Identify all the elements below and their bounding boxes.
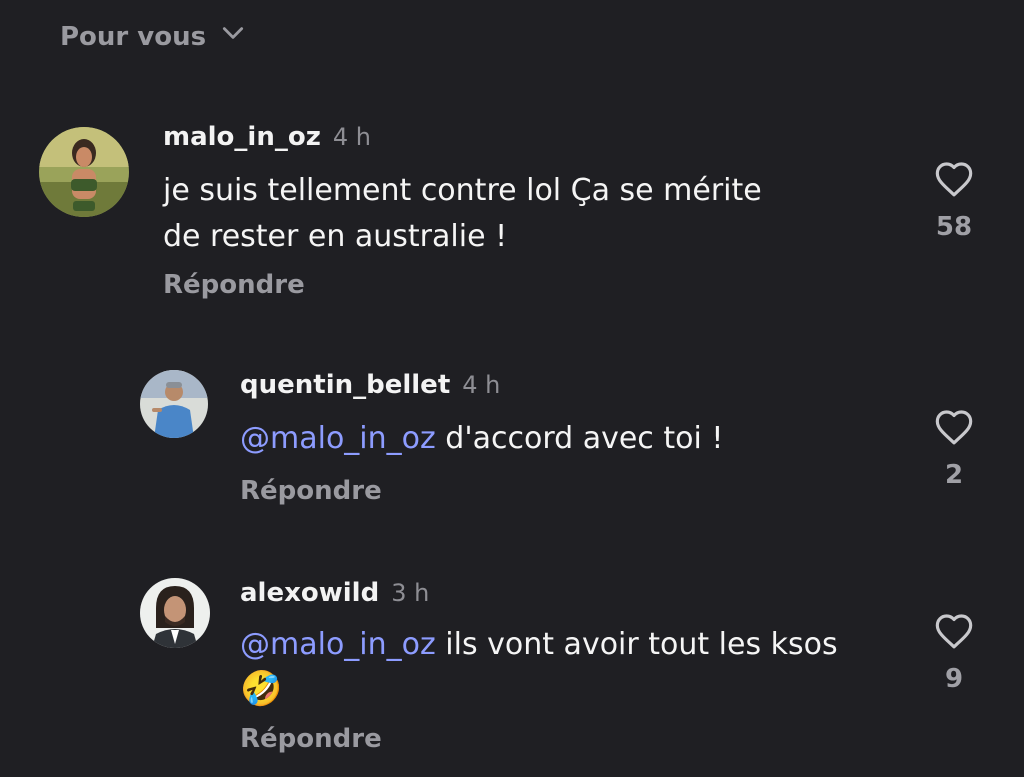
avatar[interactable]	[39, 127, 129, 217]
heart-icon[interactable]	[934, 408, 974, 450]
rolling-laughing-emoji: 🤣	[240, 669, 283, 709]
like-count: 58	[935, 212, 973, 242]
like-count: 2	[944, 460, 964, 490]
reply-button[interactable]: Répondre	[240, 724, 382, 754]
comment-text: @malo_in_oz d'accord avec toi !	[240, 416, 880, 462]
comment-body: ils vont avoir tout les ksos	[445, 627, 838, 662]
reply-button[interactable]: Répondre	[163, 270, 305, 300]
username[interactable]: alexowild	[240, 578, 379, 608]
username[interactable]: quentin_bellet	[240, 370, 450, 400]
timestamp: 3 h	[391, 579, 430, 607]
comments-page: Pour vous malo_in_oz 4 h je suis telleme…	[0, 0, 1024, 777]
timestamp: 4 h	[332, 123, 371, 151]
comment-item: alexowild 3 h @malo_in_oz ils vont avoir…	[0, 550, 1024, 777]
username[interactable]: malo_in_oz	[163, 122, 321, 152]
heart-icon[interactable]	[934, 160, 974, 202]
comment-text: @malo_in_oz ils vont avoir tout les ksos…	[240, 622, 880, 714]
comment-text: je suis tellement contre lol Ça se mérit…	[163, 168, 803, 260]
timestamp: 4 h	[462, 371, 501, 399]
mention-link[interactable]: @malo_in_oz	[240, 627, 436, 662]
heart-icon[interactable]	[934, 612, 974, 654]
comment-body: je suis tellement contre lol Ça se mérit…	[163, 173, 762, 254]
mention-link[interactable]: @malo_in_oz	[240, 421, 436, 456]
like-count: 9	[944, 664, 964, 694]
avatar[interactable]	[140, 370, 208, 438]
avatar[interactable]	[140, 578, 210, 648]
reply-button[interactable]: Répondre	[240, 476, 382, 506]
comment-item: malo_in_oz 4 h je suis tellement contre …	[0, 0, 1024, 310]
comment-body: d'accord avec toi !	[445, 421, 724, 456]
comment-item: quentin_bellet 4 h @malo_in_oz d'accord …	[0, 330, 1024, 530]
